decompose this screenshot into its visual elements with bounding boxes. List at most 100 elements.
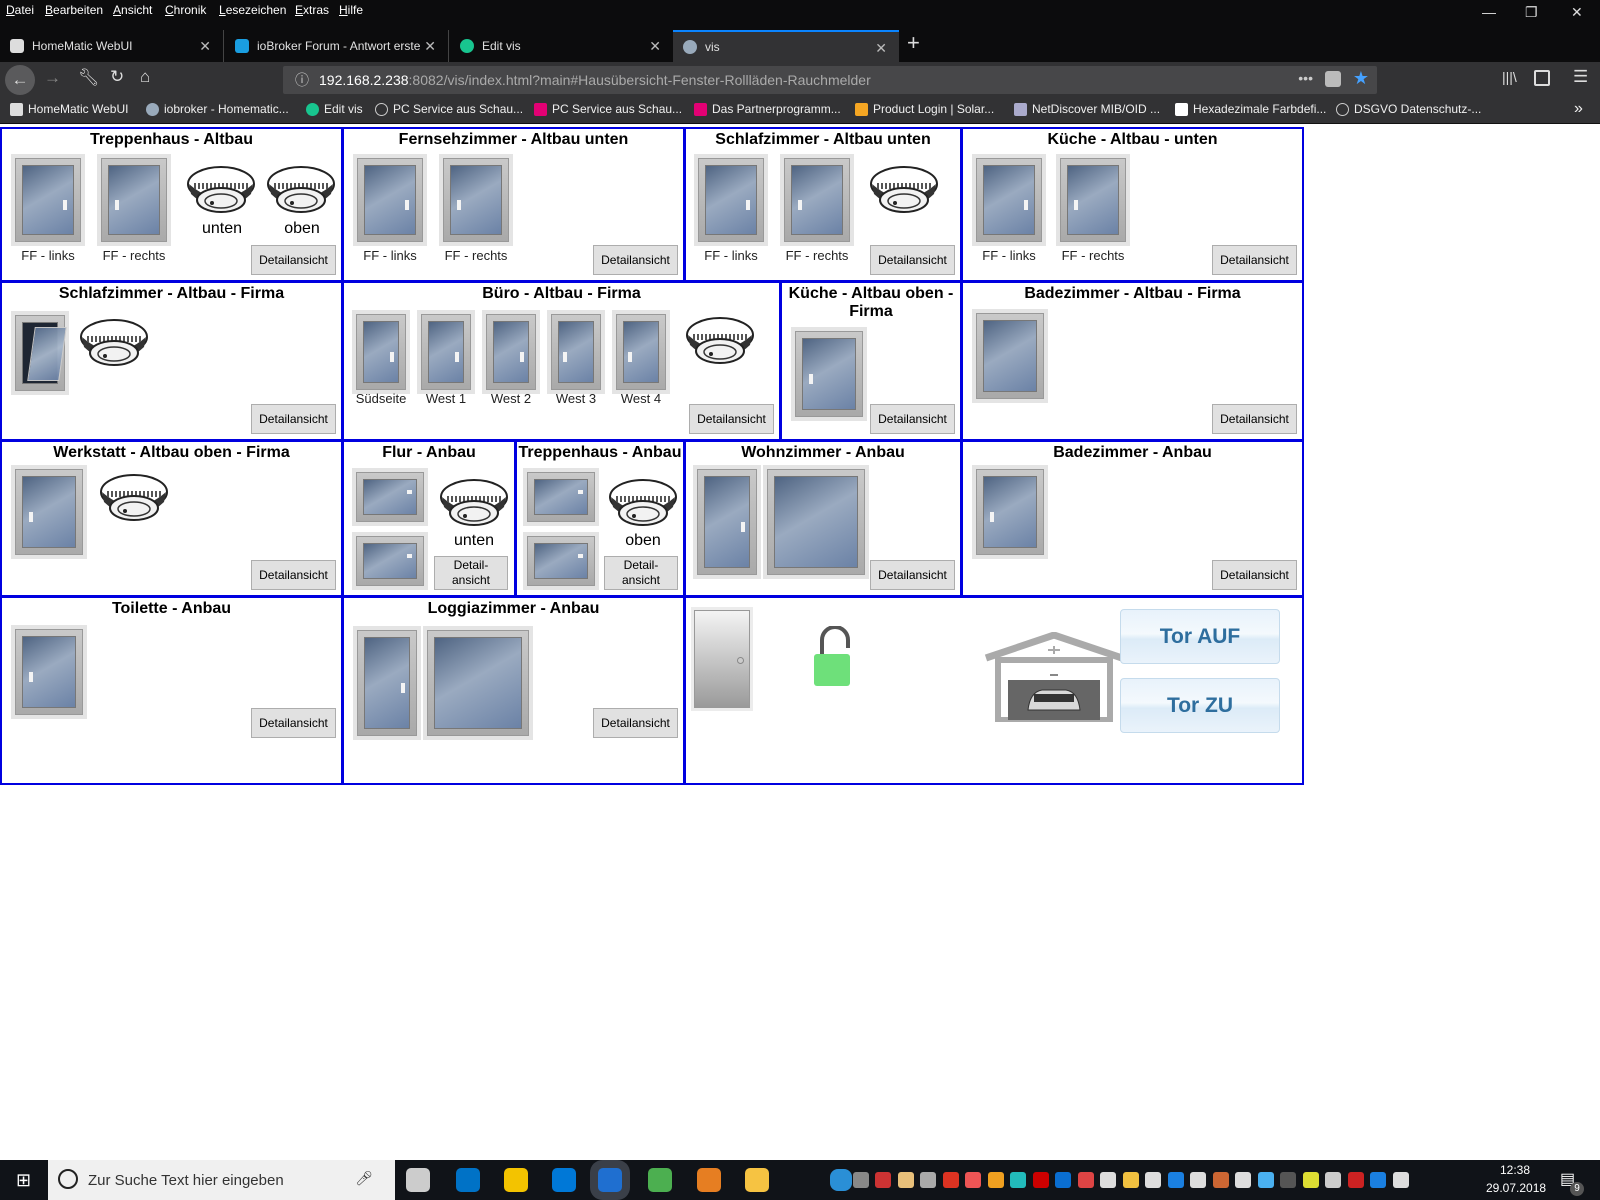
norton-icon[interactable] — [987, 1172, 1004, 1188]
window-large[interactable] — [763, 465, 869, 579]
detail-button[interactable]: Detailansicht — [870, 404, 955, 434]
outlook-tray-icon[interactable] — [1055, 1172, 1071, 1188]
window-west-3[interactable] — [547, 310, 605, 394]
new-tab-icon[interactable]: + — [907, 30, 920, 56]
speaker-icon[interactable] — [1392, 1172, 1409, 1188]
tor-zu-button[interactable]: Tor ZU — [1120, 678, 1280, 733]
window-ff-rechts[interactable] — [1056, 154, 1130, 246]
menu-hilfe[interactable]: Hilfe — [339, 3, 363, 17]
smoke-detector-icon[interactable] — [869, 164, 939, 220]
bluetooth-icon[interactable] — [1370, 1172, 1386, 1188]
reload-icon[interactable]: ↻ — [110, 67, 124, 87]
window-west-1[interactable] — [417, 310, 475, 394]
hamburger-menu-icon[interactable]: ☰ — [1573, 67, 1588, 87]
pocket-icon[interactable] — [1325, 71, 1341, 87]
window[interactable] — [11, 465, 87, 559]
tab-edit-vis[interactable]: Edit vis ✕ — [450, 30, 673, 62]
network-icon[interactable] — [875, 1172, 891, 1188]
menu-datei[interactable]: Datei — [6, 3, 34, 17]
detail-button[interactable]: Detailansicht — [1212, 404, 1297, 434]
bookmark-partnerprogramm[interactable]: Das Partnerprogramm... — [694, 102, 841, 116]
detail-button[interactable]: Detailansicht — [251, 560, 336, 590]
window-ff-links[interactable] — [972, 154, 1046, 246]
menu-lesezeichen[interactable]: Lesezeichen — [219, 3, 286, 17]
detail-button[interactable]: Detailansicht — [870, 245, 955, 275]
bookmark-star-icon[interactable]: ★ — [1353, 68, 1369, 89]
minimize-icon[interactable]: — — [1482, 4, 1496, 20]
window-narrow[interactable] — [693, 465, 761, 579]
detail-button[interactable]: Detail-ansicht — [604, 556, 678, 590]
window-narrow[interactable] — [353, 626, 421, 740]
tab-homematic[interactable]: HomeMatic WebUI ✕ — [0, 30, 224, 62]
sidebar-icon[interactable] — [1534, 70, 1550, 86]
window[interactable] — [791, 327, 867, 421]
bookmark-dsgvo[interactable]: DSGVO Datenschutz-... — [1336, 102, 1481, 116]
bookmark-hexadezimale[interactable]: Hexadezimale Farbdefi... — [1175, 102, 1326, 116]
camera-icon[interactable] — [942, 1172, 959, 1188]
page-actions-icon[interactable]: ••• — [1298, 70, 1313, 86]
window-ff-rechts[interactable] — [439, 154, 513, 246]
bookmark-homematic[interactable]: HomeMatic WebUI — [10, 102, 128, 116]
usb-icon[interactable] — [1145, 1172, 1161, 1188]
audio-icon[interactable] — [1280, 1172, 1296, 1188]
bookmark-pc-service-2[interactable]: PC Service aus Schau... — [534, 102, 682, 116]
window-west-2[interactable] — [482, 310, 540, 394]
detail-button[interactable]: Detailansicht — [251, 245, 336, 275]
menu-bearbeiten[interactable]: Bearbeiten — [45, 3, 103, 17]
window-suedseite[interactable] — [352, 310, 410, 394]
usb-app-icon[interactable] — [1100, 1172, 1116, 1188]
close-tab-icon[interactable]: ✕ — [199, 38, 211, 55]
window-horizontal[interactable] — [352, 468, 428, 526]
tab-iobroker-forum[interactable]: ioBroker Forum - Antwort erste ✕ — [225, 30, 449, 62]
yellow-app-icon[interactable] — [1302, 1172, 1319, 1188]
close-tab-icon[interactable]: ✕ — [424, 38, 436, 55]
window[interactable] — [972, 465, 1048, 559]
bookmark-edit-vis[interactable]: Edit vis — [306, 102, 363, 116]
window-ff-links[interactable] — [694, 154, 768, 246]
window-ff-links[interactable] — [353, 154, 427, 246]
tab-vis[interactable]: vis ✕ — [673, 30, 899, 62]
detail-button[interactable]: Detailansicht — [870, 560, 955, 590]
window[interactable] — [972, 309, 1048, 403]
internet-explorer-icon[interactable] — [504, 1168, 528, 1192]
detail-button[interactable]: Detailansicht — [593, 245, 678, 275]
bookmark-iobroker[interactable]: iobroker - Homematic... — [146, 102, 289, 116]
window-large[interactable] — [423, 626, 533, 740]
detail-button[interactable]: Detailansicht — [251, 404, 336, 434]
smoke-detector-icon[interactable] — [99, 472, 169, 528]
detail-button[interactable]: Detailansicht — [1212, 560, 1297, 590]
wrench-icon[interactable]: 🔧︎ — [78, 68, 100, 88]
firefox-icon[interactable] — [598, 1168, 622, 1192]
battery-icon[interactable] — [1347, 1172, 1364, 1188]
taskbar-search-input[interactable]: Zur Suche Text hier eingeben 🎤︎ — [48, 1160, 395, 1200]
windows-start-icon[interactable]: ⊞ — [16, 1170, 31, 1191]
icloud-icon[interactable] — [1257, 1172, 1274, 1188]
window-ff-rechts[interactable] — [780, 154, 854, 246]
ccleaner-icon[interactable] — [1212, 1172, 1229, 1188]
window-horizontal[interactable] — [352, 532, 428, 590]
window-west-4[interactable] — [612, 310, 670, 394]
people-icon[interactable] — [852, 1172, 869, 1188]
library-icon[interactable]: |||\ — [1502, 69, 1517, 85]
menu-chronik[interactable]: Chronik — [165, 3, 206, 17]
window[interactable] — [11, 625, 87, 719]
close-tab-icon[interactable]: ✕ — [649, 38, 661, 55]
clock-time[interactable]: 12:38 — [1500, 1163, 1530, 1177]
task-view-icon[interactable] — [406, 1168, 430, 1192]
volume-app-icon[interactable] — [1077, 1172, 1094, 1188]
dropbox-icon[interactable] — [1235, 1172, 1251, 1188]
acrobat-icon[interactable] — [1032, 1172, 1049, 1188]
n-icon[interactable] — [1122, 1172, 1139, 1188]
media-player-icon[interactable] — [697, 1168, 721, 1192]
restore-icon[interactable]: ❐ — [1525, 4, 1538, 21]
edge-icon[interactable] — [552, 1168, 576, 1192]
close-window-icon[interactable]: ✕ — [1571, 4, 1583, 21]
help-icon[interactable] — [830, 1169, 852, 1191]
fox-icon[interactable] — [965, 1172, 981, 1188]
file-explorer-icon[interactable] — [745, 1168, 769, 1192]
window-horizontal[interactable] — [523, 532, 599, 590]
smoke-detector-icon[interactable] — [608, 477, 678, 533]
window-ff-rechts[interactable] — [97, 154, 171, 246]
door-icon[interactable] — [691, 607, 753, 711]
teamviewer-icon[interactable] — [1167, 1172, 1184, 1188]
